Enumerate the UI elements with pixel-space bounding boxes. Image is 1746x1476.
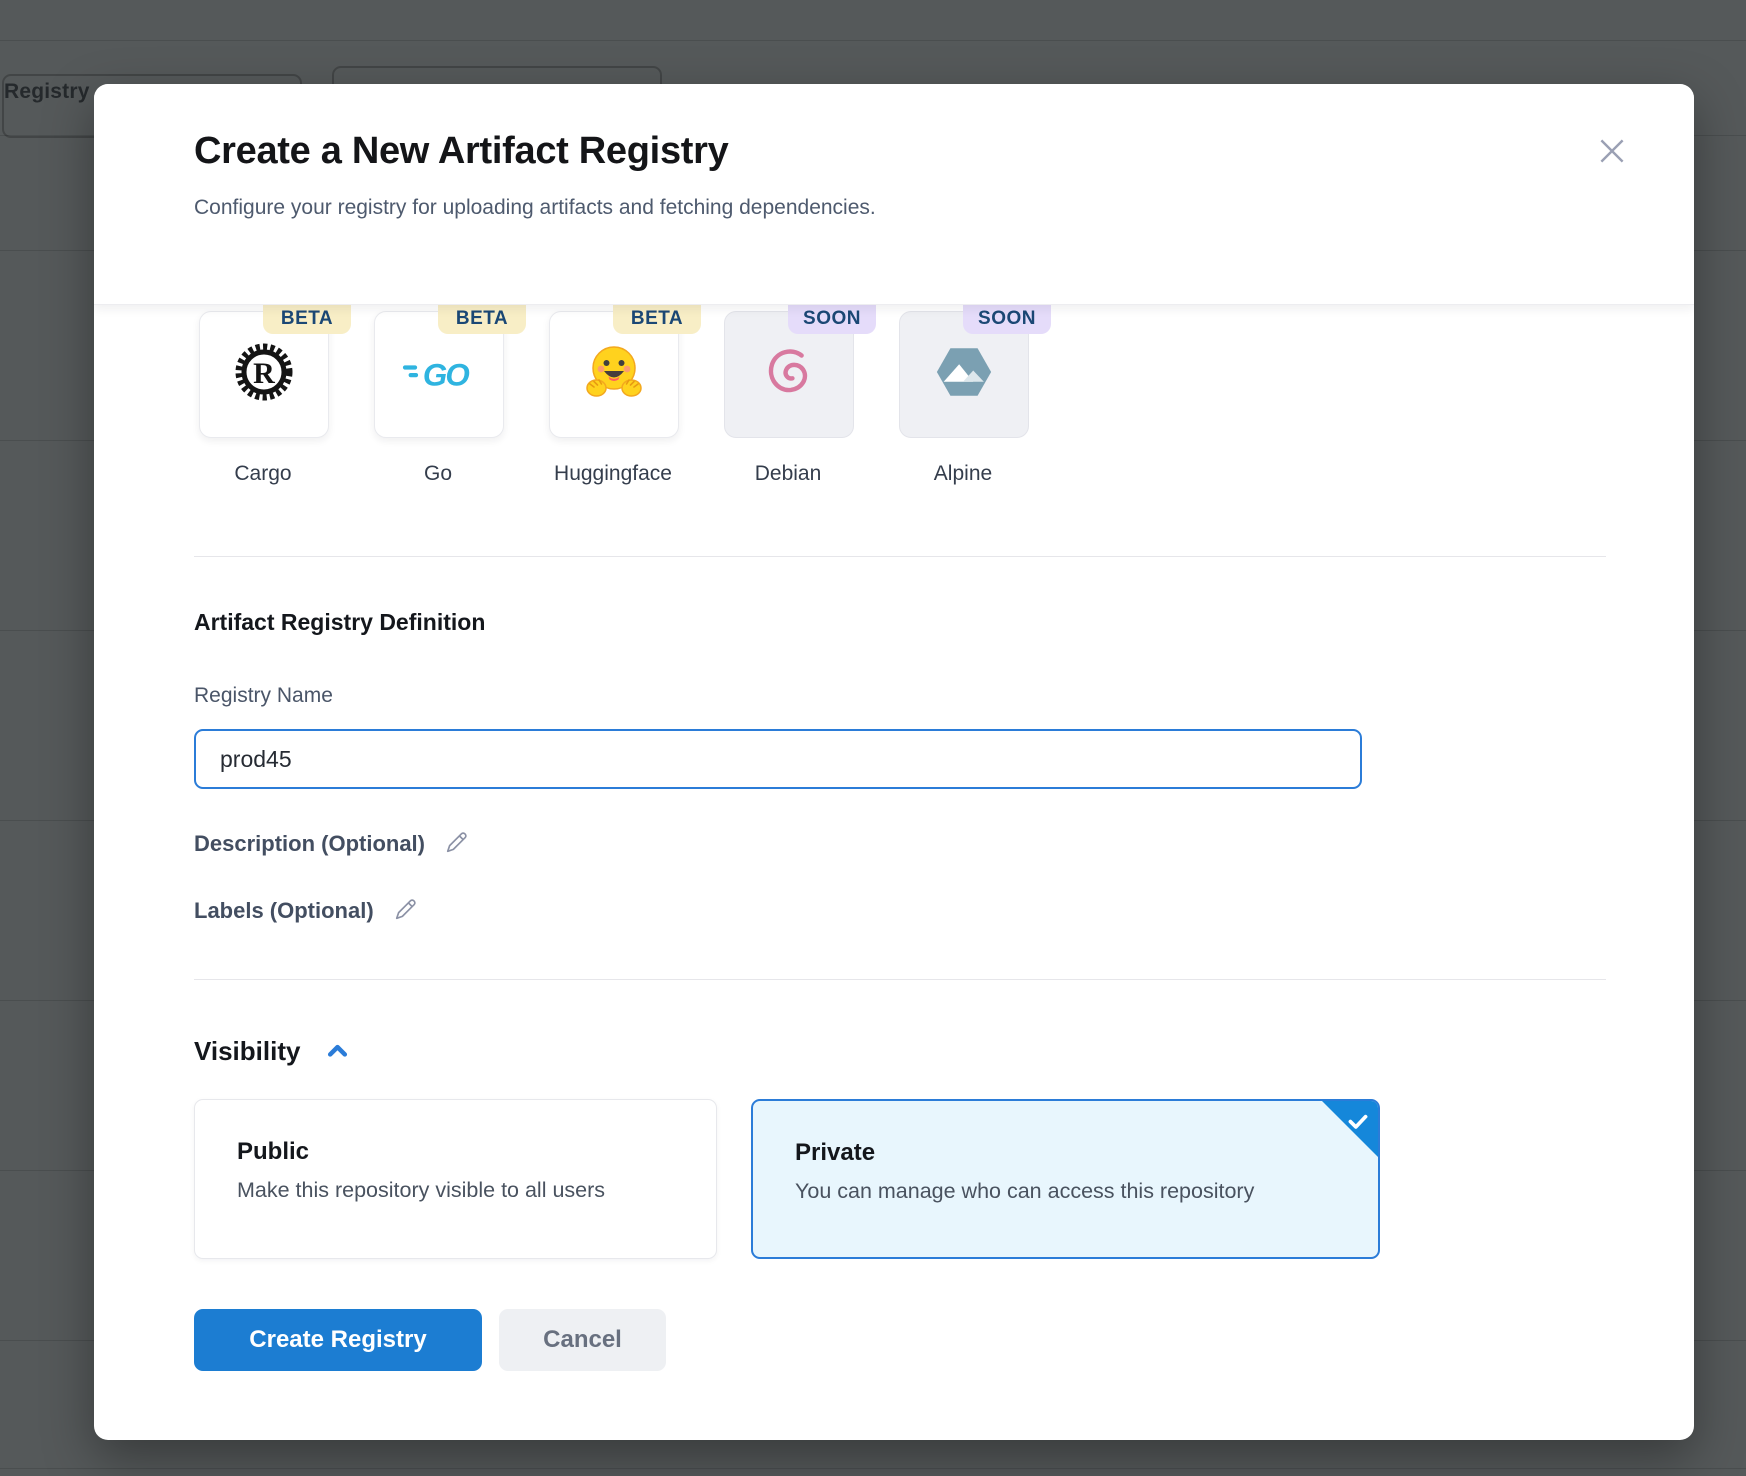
alpine-icon (933, 341, 995, 408)
modal-header: Create a New Artifact Registry Configure… (94, 84, 1694, 305)
close-icon (1595, 134, 1629, 171)
package-label-debian: Debian (699, 462, 877, 486)
edit-labels-button[interactable] (392, 896, 419, 926)
badge-alpine: SOON (963, 303, 1051, 334)
labels-optional-label: Labels (Optional) (194, 898, 374, 924)
badge-go: BETA (438, 303, 526, 334)
visibility-heading: Visibility (194, 1036, 300, 1067)
public-title: Public (237, 1138, 309, 1166)
private-title: Private (795, 1139, 875, 1167)
bg-row-line (0, 1468, 1746, 1469)
visibility-collapse-button[interactable] (324, 1037, 351, 1067)
divider (194, 556, 1606, 557)
pencil-icon (443, 829, 470, 859)
package-label-go: Go (349, 462, 527, 486)
edit-description-button[interactable] (443, 829, 470, 859)
cancel-button[interactable]: Cancel (499, 1309, 666, 1371)
registry-name-label: Registry Name (194, 684, 333, 708)
cargo-rust-icon: R (232, 340, 296, 409)
private-description: You can manage who can access this repos… (795, 1179, 1254, 1204)
package-label-alpine: Alpine (874, 462, 1052, 486)
bg-topbar-line (0, 40, 1746, 41)
package-label-huggingface: Huggingface (524, 462, 702, 486)
create-registry-modal: Create a New Artifact Registry Configure… (94, 84, 1694, 1440)
registry-name-input[interactable] (194, 729, 1362, 789)
pencil-icon (392, 896, 419, 926)
check-icon (1345, 1108, 1371, 1139)
create-registry-button[interactable]: Create Registry (194, 1309, 482, 1371)
modal-title: Create a New Artifact Registry (194, 130, 728, 173)
badge-cargo: BETA (263, 303, 351, 334)
badge-debian: SOON (788, 303, 876, 334)
description-optional-label: Description (Optional) (194, 831, 425, 857)
svg-text:R: R (253, 357, 275, 390)
divider (194, 979, 1606, 980)
badge-huggingface: BETA (613, 303, 701, 334)
huggingface-icon (582, 340, 646, 409)
package-label-cargo: Cargo (174, 462, 352, 486)
svg-text:GO: GO (423, 357, 469, 392)
close-button[interactable] (1594, 134, 1630, 170)
modal-subtitle: Configure your registry for uploading ar… (194, 196, 876, 220)
visibility-option-public[interactable]: Public Make this repository visible to a… (194, 1099, 717, 1259)
go-icon: GO (401, 350, 477, 399)
visibility-option-private[interactable]: Private You can manage who can access th… (751, 1099, 1380, 1259)
definition-heading: Artifact Registry Definition (194, 609, 485, 636)
chevron-up-icon (324, 1037, 351, 1067)
public-description: Make this repository visible to all user… (237, 1178, 605, 1203)
bg-column-header: Registry (4, 80, 90, 104)
debian-icon (758, 341, 820, 408)
screen: Registry Create a New Artifact Registry … (0, 0, 1746, 1476)
